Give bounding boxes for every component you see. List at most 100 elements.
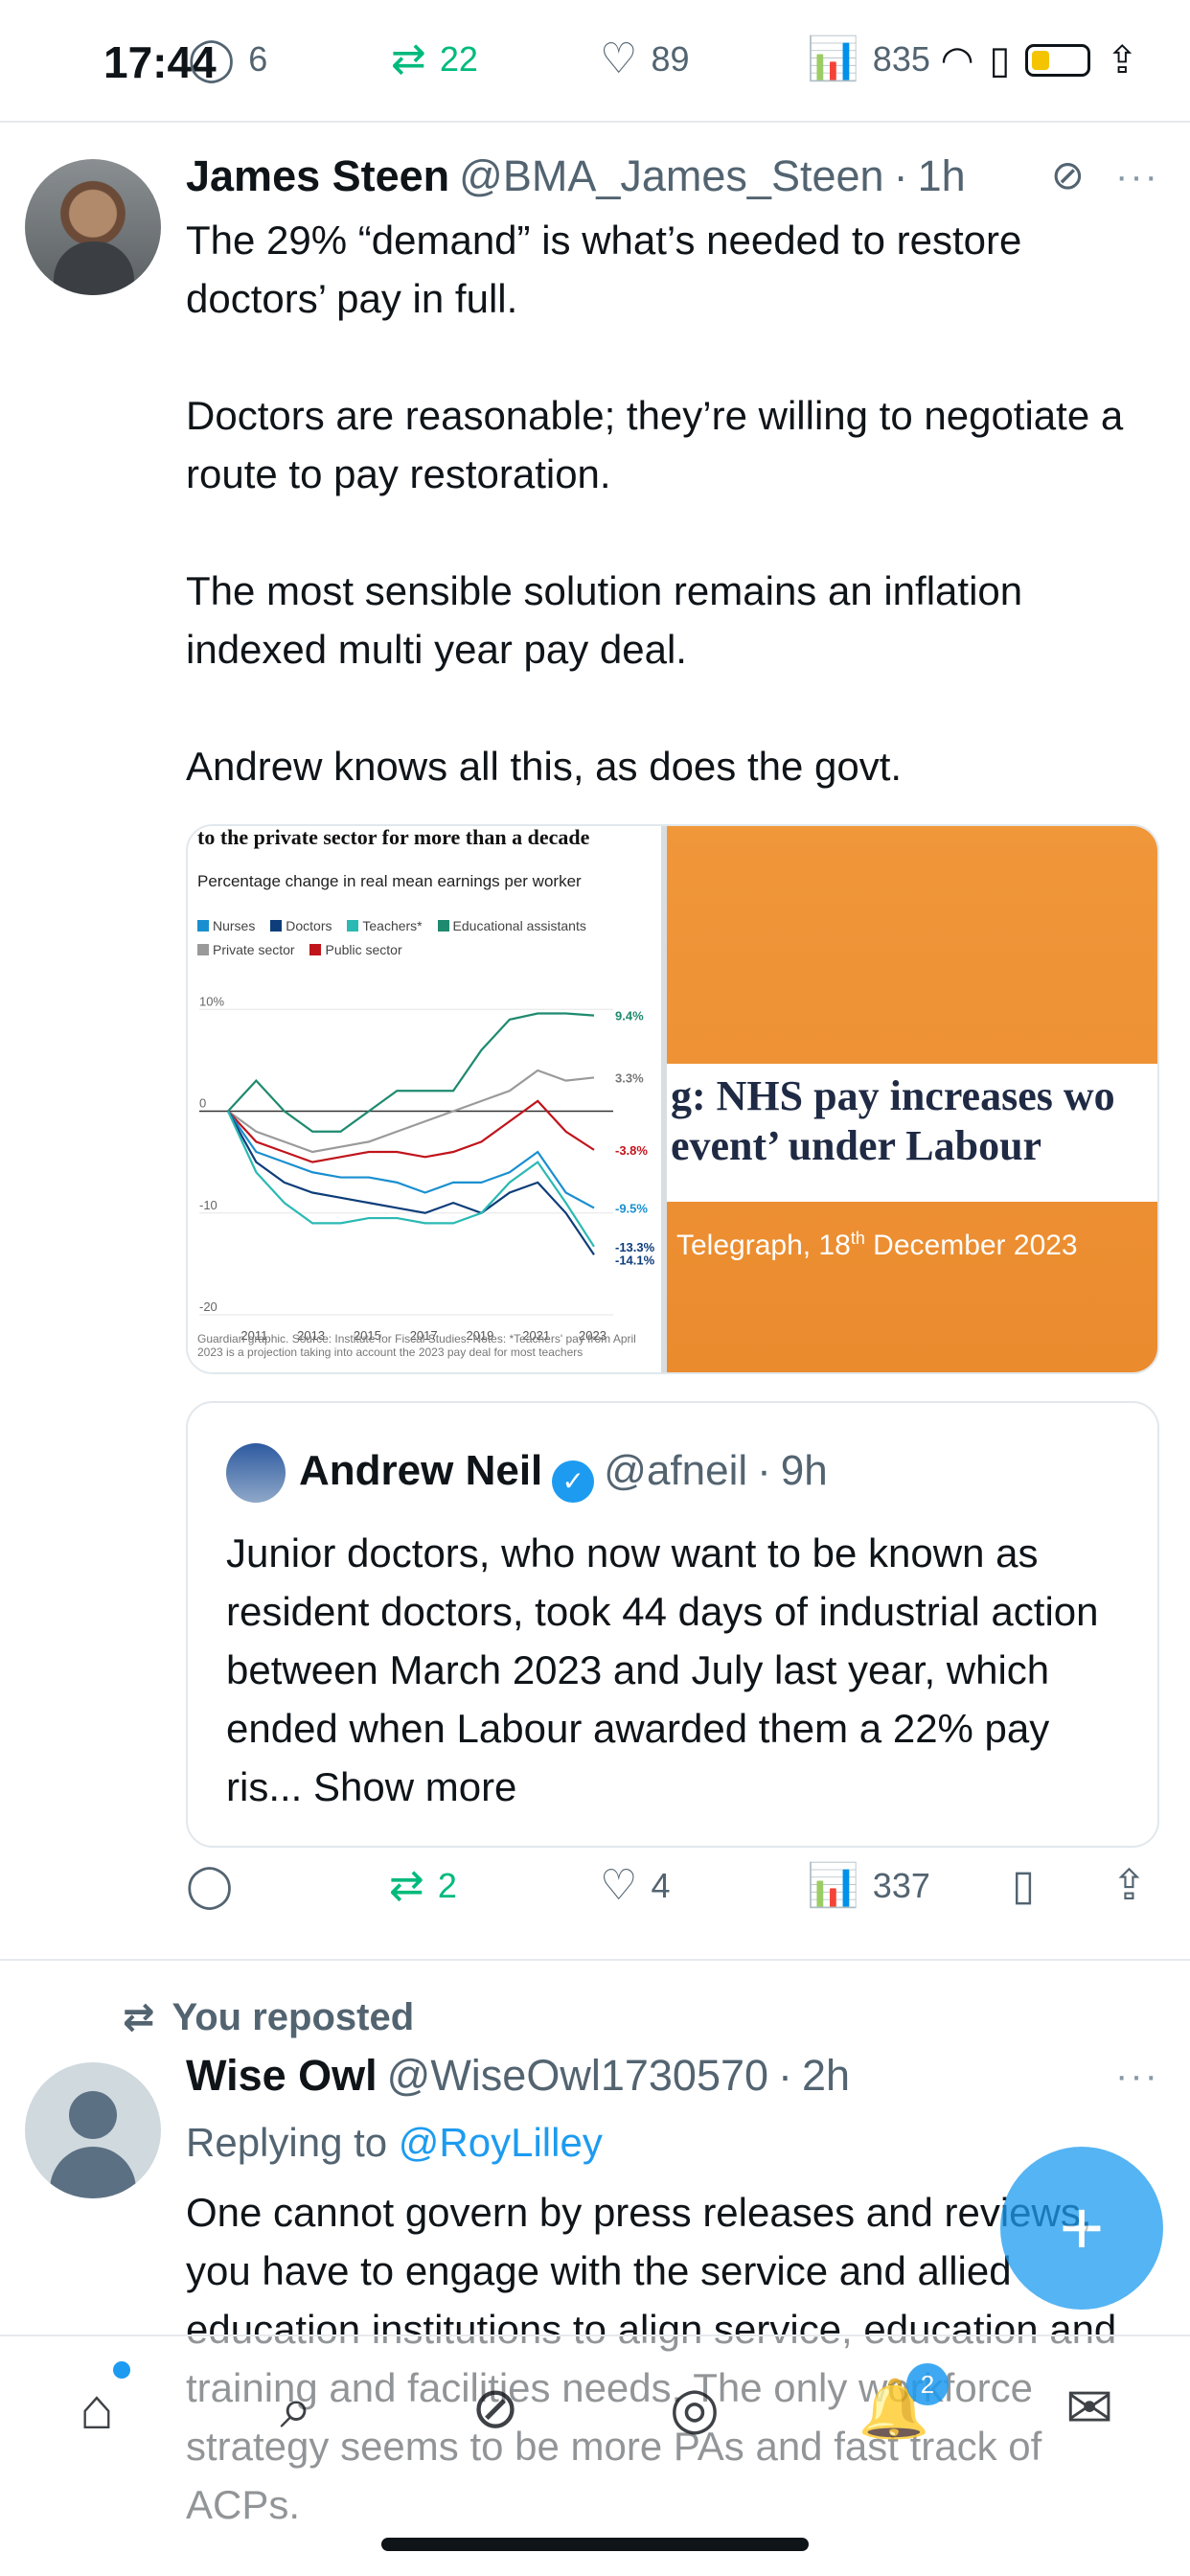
like-count: 4 [651, 1866, 671, 1905]
end-value-label: -9.5% [615, 1201, 648, 1215]
legend-swatch-doctors [270, 920, 283, 932]
tweet-text: The 29% “demand” is what’s needed to res… [186, 218, 1124, 789]
views-button[interactable]: 📊 835 [807, 38, 930, 80]
reply-icon: ◯ [186, 1862, 234, 1909]
views-count: 337 [872, 1866, 930, 1905]
like-count: 89 [651, 39, 690, 79]
compose-button[interactable]: + [1000, 2147, 1163, 2310]
replying-to: Replying to @RoyLilley [186, 2120, 603, 2165]
avatar[interactable] [25, 159, 161, 295]
legend-item: Nurses [197, 914, 255, 937]
home-icon[interactable]: ⌂ [54, 2365, 140, 2451]
end-value-label: -13.3% [615, 1240, 655, 1254]
show-more-link[interactable]: Show more [302, 1764, 516, 1809]
repost-label: You reposted [172, 1995, 415, 2038]
replying-to-link[interactable]: @RoyLilley [399, 2120, 603, 2165]
reply-count: 6 [248, 39, 268, 79]
chart-title: to the private sector for more than a de… [197, 825, 590, 849]
share-icon[interactable]: ⇪ [1106, 38, 1138, 82]
share-button[interactable]: ⇪ [1111, 1865, 1147, 1907]
battery-icon [1025, 44, 1091, 77]
grok-icon[interactable]: ⊘ [452, 2365, 538, 2451]
bookmark-icon[interactable]: ▯ [989, 38, 1010, 82]
messages-envelope-icon[interactable]: ✉ [1046, 2365, 1133, 2451]
grok-icon[interactable]: ⊘ [1051, 151, 1085, 198]
tweet-header: Wise Owl @WiseOwl1730570 · 2h [186, 2051, 850, 2101]
repost-button[interactable]: ⇄ 2 [389, 1865, 457, 1907]
repost-count: 22 [439, 39, 478, 79]
quoted-tweet[interactable]: Andrew Neil ✓ @afneil · 9h Junior doctor… [186, 1401, 1159, 1848]
legend-item: Private sector [197, 938, 295, 961]
chart-image[interactable]: to the private sector for more than a de… [188, 826, 667, 1372]
quoted-avatar[interactable] [226, 1443, 286, 1503]
y-tick-label: -10 [199, 1198, 217, 1212]
reply-button[interactable]: ◯ 6 [188, 38, 267, 80]
author-name[interactable]: Wise Owl [186, 2051, 378, 2101]
chart-plot: 10%0-10-202011 2013 2015 2017 2019 2021 20239.… [199, 994, 655, 1343]
legend-swatch-public [309, 944, 322, 955]
default-avatar-head-icon [69, 2091, 117, 2139]
quoted-text: Junior doctors, who now want to be known… [226, 1530, 1099, 1809]
repost-icon: ⇄ [391, 35, 426, 82]
verified-badge-icon: ✓ [552, 1460, 595, 1503]
legend-swatch-teachers [347, 920, 359, 932]
legend-item: Educational assistants [437, 914, 586, 937]
repost-button[interactable]: ⇄ 22 [391, 38, 478, 80]
tweet-action-bar: ◯ ⇄ 2 ♡ 4 📊 337 ▯ ⇪ [186, 1865, 1159, 1932]
tweet-time[interactable]: 1h [918, 151, 966, 201]
end-value-label: 3.3% [615, 1070, 644, 1085]
avatar[interactable] [25, 2062, 161, 2198]
home-indicator [381, 2538, 809, 2551]
notifications-badge: 2 [906, 2363, 949, 2405]
author-handle[interactable]: @BMA_James_Steen [459, 151, 883, 201]
series-line-0 [227, 1012, 595, 1133]
series-line-5 [227, 1111, 595, 1248]
tweet-time[interactable]: 2h [802, 2051, 850, 2101]
repost-count: 2 [437, 1866, 457, 1905]
end-value-label: -14.1% [615, 1254, 655, 1268]
chart-subtitle: Percentage change in real mean earnings … [197, 872, 582, 890]
separator-dot: · [757, 1447, 771, 1494]
tweet-header: James Steen @BMA_James_Steen · 1h [186, 151, 966, 201]
bar-chart-icon: 📊 [807, 1862, 859, 1909]
heart-icon: ♡ [600, 1862, 638, 1909]
end-value-label: -3.8% [615, 1143, 648, 1158]
default-avatar-body-icon [50, 2147, 136, 2198]
telegraph-image[interactable]: g: NHS pay increases wo event’ under Lab… [667, 826, 1157, 1372]
legend-item: Doctors [270, 914, 332, 937]
search-icon[interactable]: ⌕ [253, 2365, 339, 2451]
y-tick-label: 0 [199, 1096, 206, 1111]
status-bar: 17:44 ◯ 6 ⇄ 22 ♡ 89 📊 835 ◠ ▯ ⇪ [0, 0, 1190, 123]
series-line-4 [227, 1110, 595, 1255]
bookmark-button[interactable]: ▯ [1012, 1865, 1035, 1907]
author-handle[interactable]: @WiseOwl1730570 [387, 2051, 768, 2101]
legend-swatch-nurses [197, 920, 209, 932]
headline-text: g: NHS pay increases wo event’ under Lab… [671, 1072, 1115, 1169]
quoted-header: Andrew Neil ✓ @afneil · 9h [299, 1447, 828, 1503]
y-tick-label: 10% [199, 994, 224, 1008]
chart-note: Guardian graphic. Source: Institute for … [197, 1332, 636, 1359]
more-options-icon[interactable]: ··· [1115, 155, 1159, 198]
separator-dot: · [778, 2051, 793, 2100]
tweet-media[interactable]: to the private sector for more than a de… [186, 824, 1159, 1374]
author-name[interactable]: James Steen [186, 151, 449, 201]
reply-button[interactable]: ◯ [186, 1865, 246, 1907]
quoted-time: 9h [780, 1447, 828, 1494]
new-content-dot [113, 2361, 130, 2379]
repost-icon: ⇄ [389, 1862, 424, 1909]
legend-swatch-private [197, 944, 209, 955]
more-options-icon[interactable]: ··· [1115, 2055, 1159, 2098]
views-count: 835 [872, 39, 930, 79]
y-tick-label: -20 [199, 1300, 217, 1314]
system-status-icons: ◠ ▯ ⇪ [941, 38, 1138, 82]
quoted-author-handle[interactable]: @afneil [604, 1447, 747, 1495]
bookmark-icon: ▯ [1012, 1862, 1036, 1909]
like-button[interactable]: ♡ 89 [600, 38, 690, 80]
reply-icon: ◯ [188, 35, 236, 82]
repost-indicator: ⇄ You reposted [123, 1995, 414, 2039]
views-button[interactable]: 📊 337 [807, 1865, 930, 1907]
communities-icon[interactable]: ◎ [652, 2365, 738, 2451]
legend-item: Public sector [309, 938, 402, 961]
like-button[interactable]: ♡ 4 [600, 1865, 670, 1907]
quoted-author-name[interactable]: Andrew Neil [299, 1447, 542, 1495]
